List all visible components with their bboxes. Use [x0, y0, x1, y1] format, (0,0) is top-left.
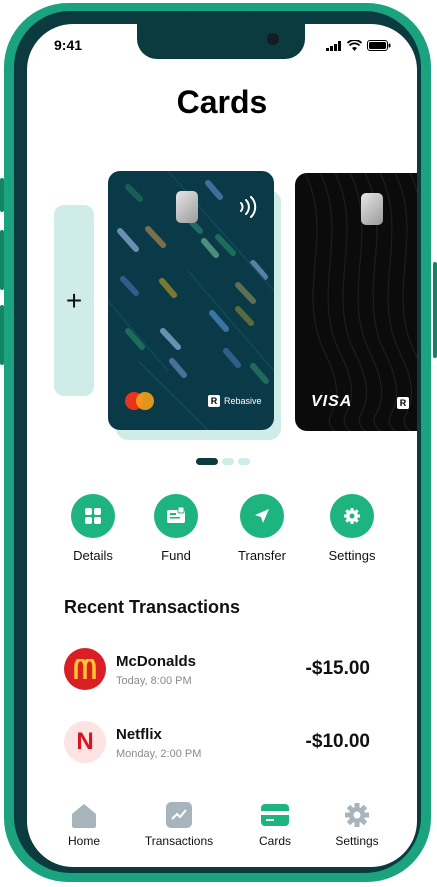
tab-cards[interactable]: Cards [245, 802, 305, 848]
card-brand-name: Rebasive [224, 396, 262, 406]
grid-icon [85, 508, 101, 524]
wifi-icon [347, 40, 362, 51]
tab-bar: Home Transactions Cards Settings [27, 794, 417, 854]
carousel-dot[interactable] [238, 458, 250, 465]
settings-circle [330, 494, 374, 538]
transaction-time: Monday, 2:00 PM [116, 748, 202, 760]
transaction-amount: -$10.00 [305, 731, 370, 752]
status-icons [326, 40, 391, 51]
status-time: 9:41 [54, 37, 83, 53]
tab-settings-label: Settings [335, 834, 379, 848]
details-circle [71, 494, 115, 538]
signal-icon [326, 40, 341, 51]
add-card-button[interactable]: + [54, 205, 94, 396]
card-visa[interactable]: VISA R [295, 173, 417, 431]
settings-label: Settings [328, 548, 376, 563]
card-rebasive[interactable]: R Rebasive [108, 171, 274, 430]
tab-settings[interactable]: Settings [327, 802, 387, 848]
screen: 9:41 Cards + R Rebasive VISA R Details F… [27, 24, 417, 867]
tab-transactions[interactable]: Transactions [134, 802, 224, 848]
wallet-icon [167, 507, 185, 523]
netflix-letter: N [76, 728, 94, 755]
details-label: Details [73, 548, 113, 563]
contactless-icon [240, 196, 257, 218]
visa-logo: VISA [311, 393, 353, 410]
speaker [189, 13, 251, 17]
netflix-logo-icon: N [64, 721, 106, 763]
brand-logo-icon: R [208, 395, 220, 407]
card-brand: R [397, 397, 409, 409]
fund-label: Fund [161, 548, 191, 563]
tab-cards-label: Cards [258, 834, 291, 848]
card-icon [261, 804, 289, 826]
transaction-time: Today, 8:00 PM [116, 675, 192, 687]
camera [267, 33, 279, 45]
mcdonalds-logo-icon [64, 648, 106, 690]
phone-bezel: 9:41 Cards + R Rebasive VISA R Details F… [14, 11, 421, 873]
transfer-label: Transfer [238, 548, 286, 563]
tab-home-label: Home [67, 834, 100, 848]
card-brand: R Rebasive [208, 395, 262, 407]
brand-logo-icon: R [397, 397, 409, 409]
send-icon [255, 509, 269, 523]
transaction-name: Netflix [116, 726, 162, 743]
mastercard-icon [125, 392, 154, 410]
card-chip [176, 191, 198, 223]
plus-icon: + [65, 284, 83, 316]
card-chip [361, 193, 383, 225]
carousel-dots [196, 458, 250, 465]
side-button [433, 262, 437, 358]
fund-button[interactable]: Fund [136, 494, 216, 563]
home-icon [72, 804, 96, 828]
notch [137, 24, 305, 59]
carousel-dot[interactable] [222, 458, 234, 465]
transfer-button[interactable]: Transfer [222, 494, 302, 563]
tab-transactions-label: Transactions [144, 834, 214, 848]
settings-button[interactable]: Settings [312, 494, 392, 563]
gear-icon [345, 803, 369, 827]
chart-icon [166, 802, 192, 828]
transaction-row[interactable]: N Netflix Monday, 2:00 PM -$10.00 [64, 721, 384, 767]
transaction-amount: -$15.00 [305, 658, 370, 679]
transfer-circle [240, 494, 284, 538]
battery-icon [367, 40, 391, 51]
card-actions: Details Fund Transfer Settings [27, 494, 417, 564]
page-title: Cards [176, 84, 268, 120]
tab-home[interactable]: Home [54, 802, 114, 848]
transaction-name: McDonalds [116, 653, 197, 670]
phone-frame: 9:41 Cards + R Rebasive VISA R Details F… [4, 3, 431, 882]
fund-circle [154, 494, 198, 538]
gear-icon [344, 508, 360, 524]
transaction-row[interactable]: McDonalds Today, 8:00 PM -$15.00 [64, 648, 384, 694]
details-button[interactable]: Details [53, 494, 133, 563]
carousel-dot-active[interactable] [196, 458, 218, 465]
recent-transactions-title: Recent Transactions [64, 597, 241, 617]
